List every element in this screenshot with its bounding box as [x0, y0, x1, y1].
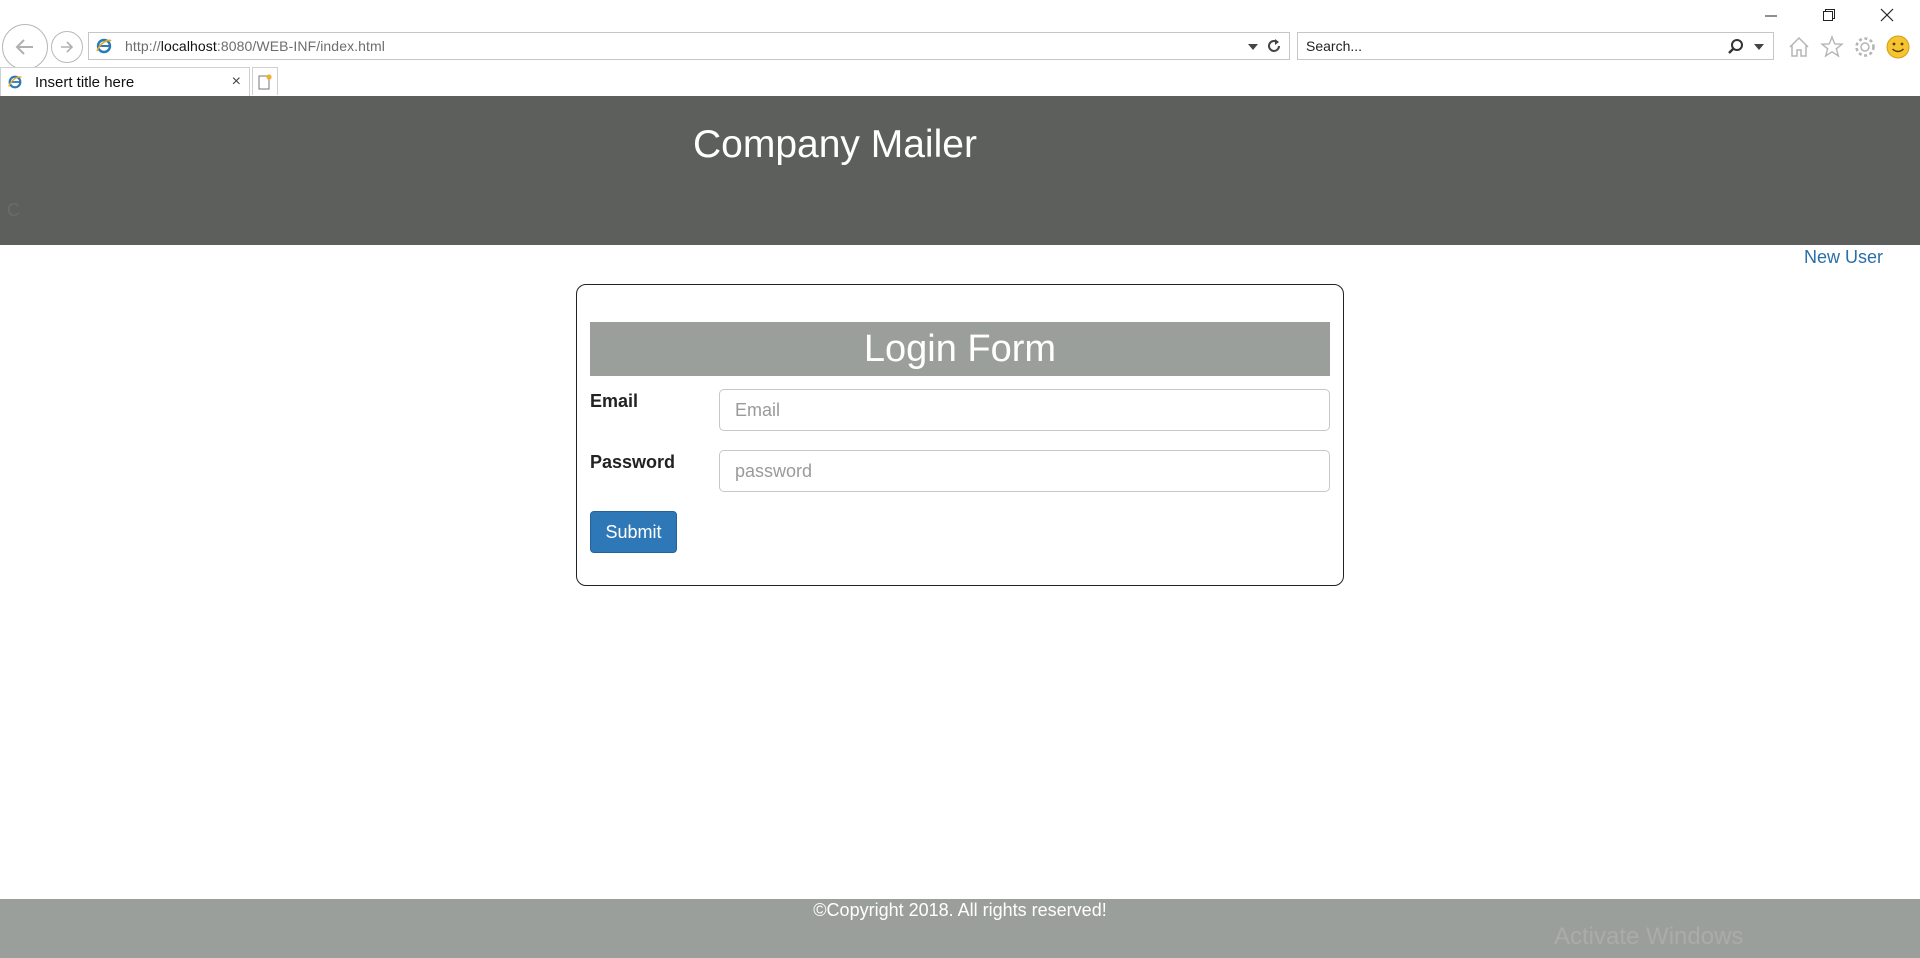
new-tab-icon: [258, 73, 272, 89]
site-header: Company Mailer C: [0, 96, 1920, 245]
arrow-right-icon: [61, 41, 74, 53]
submit-button[interactable]: Submit: [590, 511, 677, 553]
chevron-down-icon[interactable]: [1247, 39, 1259, 53]
new-user-link[interactable]: New User: [1804, 247, 1883, 268]
header-faded-text: C: [7, 200, 20, 220]
gear-icon: [1855, 37, 1875, 57]
email-field[interactable]: [719, 389, 1330, 431]
back-button[interactable]: [2, 24, 48, 70]
minimize-icon: [1765, 15, 1777, 17]
copyright-text: ©Copyright 2018. All rights reserved!: [813, 900, 1107, 920]
browser-tab[interactable]: Insert title here ×: [0, 67, 250, 96]
favorites-button[interactable]: [1819, 34, 1845, 60]
chevron-down-icon[interactable]: [1753, 39, 1765, 53]
password-field[interactable]: [719, 450, 1330, 492]
url-text: http://localhost:8080/WEB-INF/index.html: [125, 38, 386, 54]
browser-search-box[interactable]: Search...: [1297, 32, 1774, 60]
site-title: Company Mailer: [693, 123, 977, 166]
home-icon: [1789, 36, 1809, 57]
new-tab-button[interactable]: [252, 67, 278, 95]
arrow-left-icon: [15, 39, 33, 55]
tab-title: Insert title here: [35, 73, 135, 91]
tab-close-icon[interactable]: ×: [232, 73, 241, 91]
login-form-card: Login Form Email Password Submit: [576, 284, 1344, 586]
restore-button[interactable]: [1806, 2, 1852, 28]
search-icon[interactable]: [1727, 38, 1745, 56]
home-button[interactable]: [1786, 34, 1812, 60]
login-form-heading: Login Form: [590, 322, 1330, 376]
minimize-button[interactable]: [1748, 2, 1794, 28]
settings-button[interactable]: [1852, 34, 1878, 60]
search-placeholder: Search...: [1306, 38, 1363, 54]
close-icon: [1880, 8, 1894, 22]
forward-button[interactable]: [51, 31, 83, 63]
refresh-icon[interactable]: [1265, 37, 1283, 55]
feedback-button[interactable]: [1885, 34, 1911, 60]
star-icon: [1820, 35, 1844, 58]
activate-windows-watermark: Activate Windows: [1554, 923, 1744, 950]
password-label: Password: [590, 452, 676, 472]
email-label: Email: [590, 391, 639, 411]
ie-page-icon: [96, 38, 112, 54]
ie-page-icon: [8, 75, 22, 89]
smiley-icon: [1886, 35, 1910, 59]
site-footer: ©Copyright 2018. All rights reserved! Ac…: [0, 899, 1920, 958]
address-bar[interactable]: http://localhost:8080/WEB-INF/index.html: [88, 32, 1290, 60]
restore-icon: [1823, 9, 1835, 21]
close-window-button[interactable]: [1864, 2, 1910, 28]
browser-chrome: http://localhost:8080/WEB-INF/index.html…: [0, 0, 1920, 96]
